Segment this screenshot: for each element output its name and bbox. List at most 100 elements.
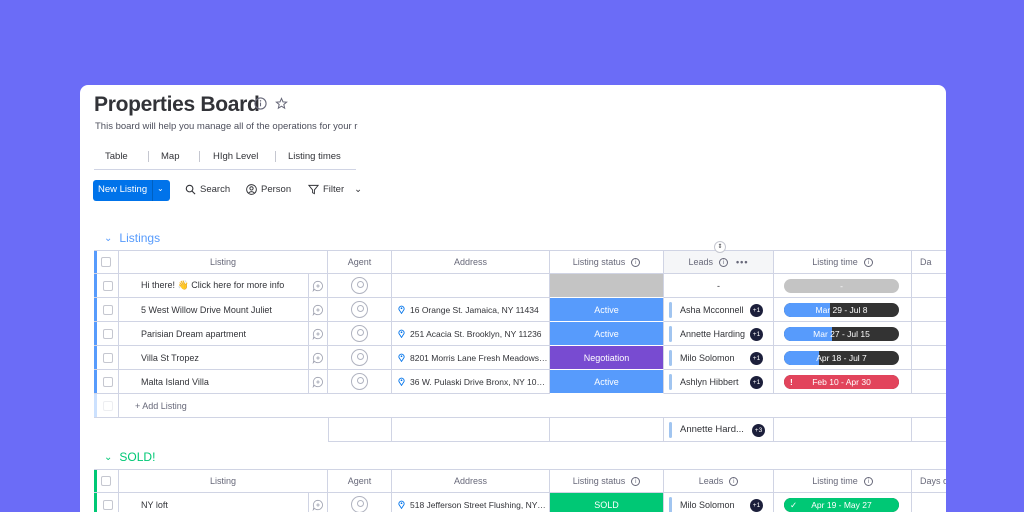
address-cell[interactable] — [392, 274, 550, 298]
timeline-bar[interactable]: Apr 19 - May 27 ✓ — [784, 498, 899, 512]
add-update-icon[interactable] — [312, 328, 324, 340]
add-listing-cell[interactable]: + Add Listing — [119, 394, 946, 418]
listing-name[interactable]: Hi there! 👋 Click here for more info — [141, 280, 284, 291]
column-header-listing-time[interactable]: Listing time i — [774, 250, 912, 274]
leads-cell[interactable]: Asha Mcconnell +1 — [664, 298, 774, 322]
listing-name-cell[interactable]: Hi there! 👋 Click here for more info — [119, 274, 309, 298]
timeline-bar[interactable]: Mar 29 - Jul 8 — [784, 303, 899, 317]
row-checkbox[interactable] — [102, 304, 113, 315]
listing-name-cell[interactable]: NY loft — [119, 493, 309, 512]
address-cell[interactable]: 251 Acacia St. Brooklyn, NY 11236 — [392, 322, 550, 346]
status-cell[interactable]: SOLD — [550, 493, 664, 512]
more-people-badge[interactable]: +1 — [750, 499, 763, 512]
listing-name[interactable]: 5 West Willow Drive Mount Juliet — [141, 305, 272, 315]
row-checkbox[interactable] — [102, 376, 113, 387]
address-cell[interactable]: 518 Jefferson Street Flushing, NY 11354 — [392, 493, 550, 512]
timeline-cell[interactable]: Mar 29 - Jul 8 — [774, 298, 912, 322]
tab-high-level[interactable]: HIgh Level — [213, 151, 258, 162]
timeline-bar[interactable]: Feb 10 - Apr 30! — [784, 375, 899, 389]
agent-cell[interactable] — [328, 298, 392, 322]
add-update-icon[interactable] — [312, 376, 324, 388]
agent-cell[interactable] — [328, 322, 392, 346]
select-all-checkbox[interactable] — [101, 476, 111, 486]
column-header-leads[interactable]: Leads i — [664, 469, 774, 493]
chevron-down-icon[interactable]: ⌄ — [354, 184, 362, 195]
updates-cell[interactable] — [309, 346, 328, 370]
listing-name-cell[interactable]: 5 West Willow Drive Mount Juliet — [119, 298, 309, 322]
column-header-agent[interactable]: Agent — [328, 469, 392, 493]
search-button[interactable]: Search — [185, 184, 230, 195]
row-checkbox[interactable] — [102, 280, 113, 291]
info-icon[interactable]: i — [863, 476, 873, 486]
timeline-cell[interactable]: - — [774, 274, 912, 298]
timeline-cell[interactable]: Apr 19 - May 27 ✓ — [774, 493, 912, 512]
updates-cell[interactable] — [309, 274, 328, 298]
empty-person-avatar[interactable] — [351, 373, 368, 390]
row-checkbox[interactable] — [102, 328, 113, 339]
more-people-badge[interactable]: +1 — [750, 328, 763, 341]
chevron-down-icon[interactable]: ⌄ — [104, 233, 112, 244]
column-header-days[interactable]: Da — [912, 250, 946, 274]
row-checkbox[interactable] — [102, 499, 113, 510]
more-people-badge[interactable]: +1 — [750, 352, 763, 365]
leads-cell[interactable]: Milo Solomon +1 — [664, 493, 774, 512]
updates-cell[interactable] — [309, 493, 328, 512]
tab-listing-times[interactable]: Listing times — [288, 151, 341, 162]
add-update-icon[interactable] — [312, 499, 324, 511]
info-icon[interactable]: i — [719, 257, 729, 267]
listing-name-cell[interactable]: Malta Island Villa — [119, 370, 309, 394]
tab-map[interactable]: Map — [161, 151, 179, 162]
add-update-icon[interactable] — [312, 352, 324, 364]
column-header-listing[interactable]: Listing — [119, 469, 328, 493]
star-icon[interactable] — [275, 97, 288, 110]
status-cell[interactable] — [550, 274, 664, 298]
tab-table[interactable]: Table — [105, 151, 128, 162]
board-title[interactable]: Properties Board — [94, 93, 260, 117]
more-people-badge[interactable]: +1 — [750, 376, 763, 389]
listing-name[interactable]: Parisian Dream apartment — [141, 329, 246, 339]
agent-cell[interactable] — [328, 274, 392, 298]
empty-person-avatar[interactable] — [351, 301, 368, 318]
column-header-address[interactable]: Address — [392, 250, 550, 274]
listing-name[interactable]: Villa St Tropez — [141, 353, 199, 363]
filter-button[interactable]: Filter ⌄ — [308, 184, 362, 195]
column-header-days[interactable]: Days o — [912, 469, 946, 493]
leads-cell[interactable]: Milo Solomon +1 — [664, 346, 774, 370]
add-update-icon[interactable] — [312, 304, 324, 316]
column-header-status[interactable]: Listing status i — [550, 250, 664, 274]
empty-person-avatar[interactable] — [351, 325, 368, 342]
status-cell[interactable]: Negotiation — [550, 346, 664, 370]
info-icon[interactable]: i — [863, 257, 873, 267]
updates-cell[interactable] — [309, 370, 328, 394]
address-cell[interactable]: 16 Orange St. Jamaica, NY 11434 — [392, 298, 550, 322]
listing-name-cell[interactable]: Parisian Dream apartment — [119, 322, 309, 346]
select-all-checkbox[interactable] — [101, 257, 111, 267]
info-icon[interactable]: i — [631, 257, 641, 267]
listing-name[interactable]: Malta Island Villa — [141, 377, 209, 387]
info-icon[interactable]: i — [729, 476, 739, 486]
info-icon[interactable]: i — [631, 476, 641, 486]
updates-cell[interactable] — [309, 322, 328, 346]
listing-name[interactable]: NY loft — [141, 500, 168, 510]
leads-cell[interactable]: - — [664, 274, 774, 298]
more-icon[interactable]: ••• — [736, 257, 748, 267]
sort-icon[interactable]: ⇕ — [714, 241, 726, 253]
column-header-status[interactable]: Listing status i — [550, 469, 664, 493]
chevron-down-icon[interactable]: ⌄ — [104, 452, 112, 463]
column-header-listing-time[interactable]: Listing time i — [774, 469, 912, 493]
empty-person-avatar[interactable] — [351, 277, 368, 294]
leads-cell[interactable]: Ashlyn Hibbert +1 — [664, 370, 774, 394]
address-cell[interactable]: 8201 Morris Lane Fresh Meadows, NY 11365 — [392, 346, 550, 370]
add-update-icon[interactable] — [312, 280, 324, 292]
agent-cell[interactable] — [328, 346, 392, 370]
column-header-address[interactable]: Address — [392, 469, 550, 493]
timeline-cell[interactable]: Mar 27 - Jul 15 — [774, 322, 912, 346]
group-title-listings[interactable]: ⌄ Listings — [104, 231, 160, 245]
address-cell[interactable]: 36 W. Pulaski Drive Bronx, NY 10473 — [392, 370, 550, 394]
timeline-bar[interactable]: - — [784, 279, 899, 293]
chevron-down-icon[interactable]: ⌄ — [157, 184, 164, 193]
column-header-listing[interactable]: Listing — [119, 250, 328, 274]
more-people-badge[interactable]: +1 — [750, 304, 763, 317]
agent-cell[interactable] — [328, 370, 392, 394]
timeline-bar[interactable]: Mar 27 - Jul 15 — [784, 327, 899, 341]
